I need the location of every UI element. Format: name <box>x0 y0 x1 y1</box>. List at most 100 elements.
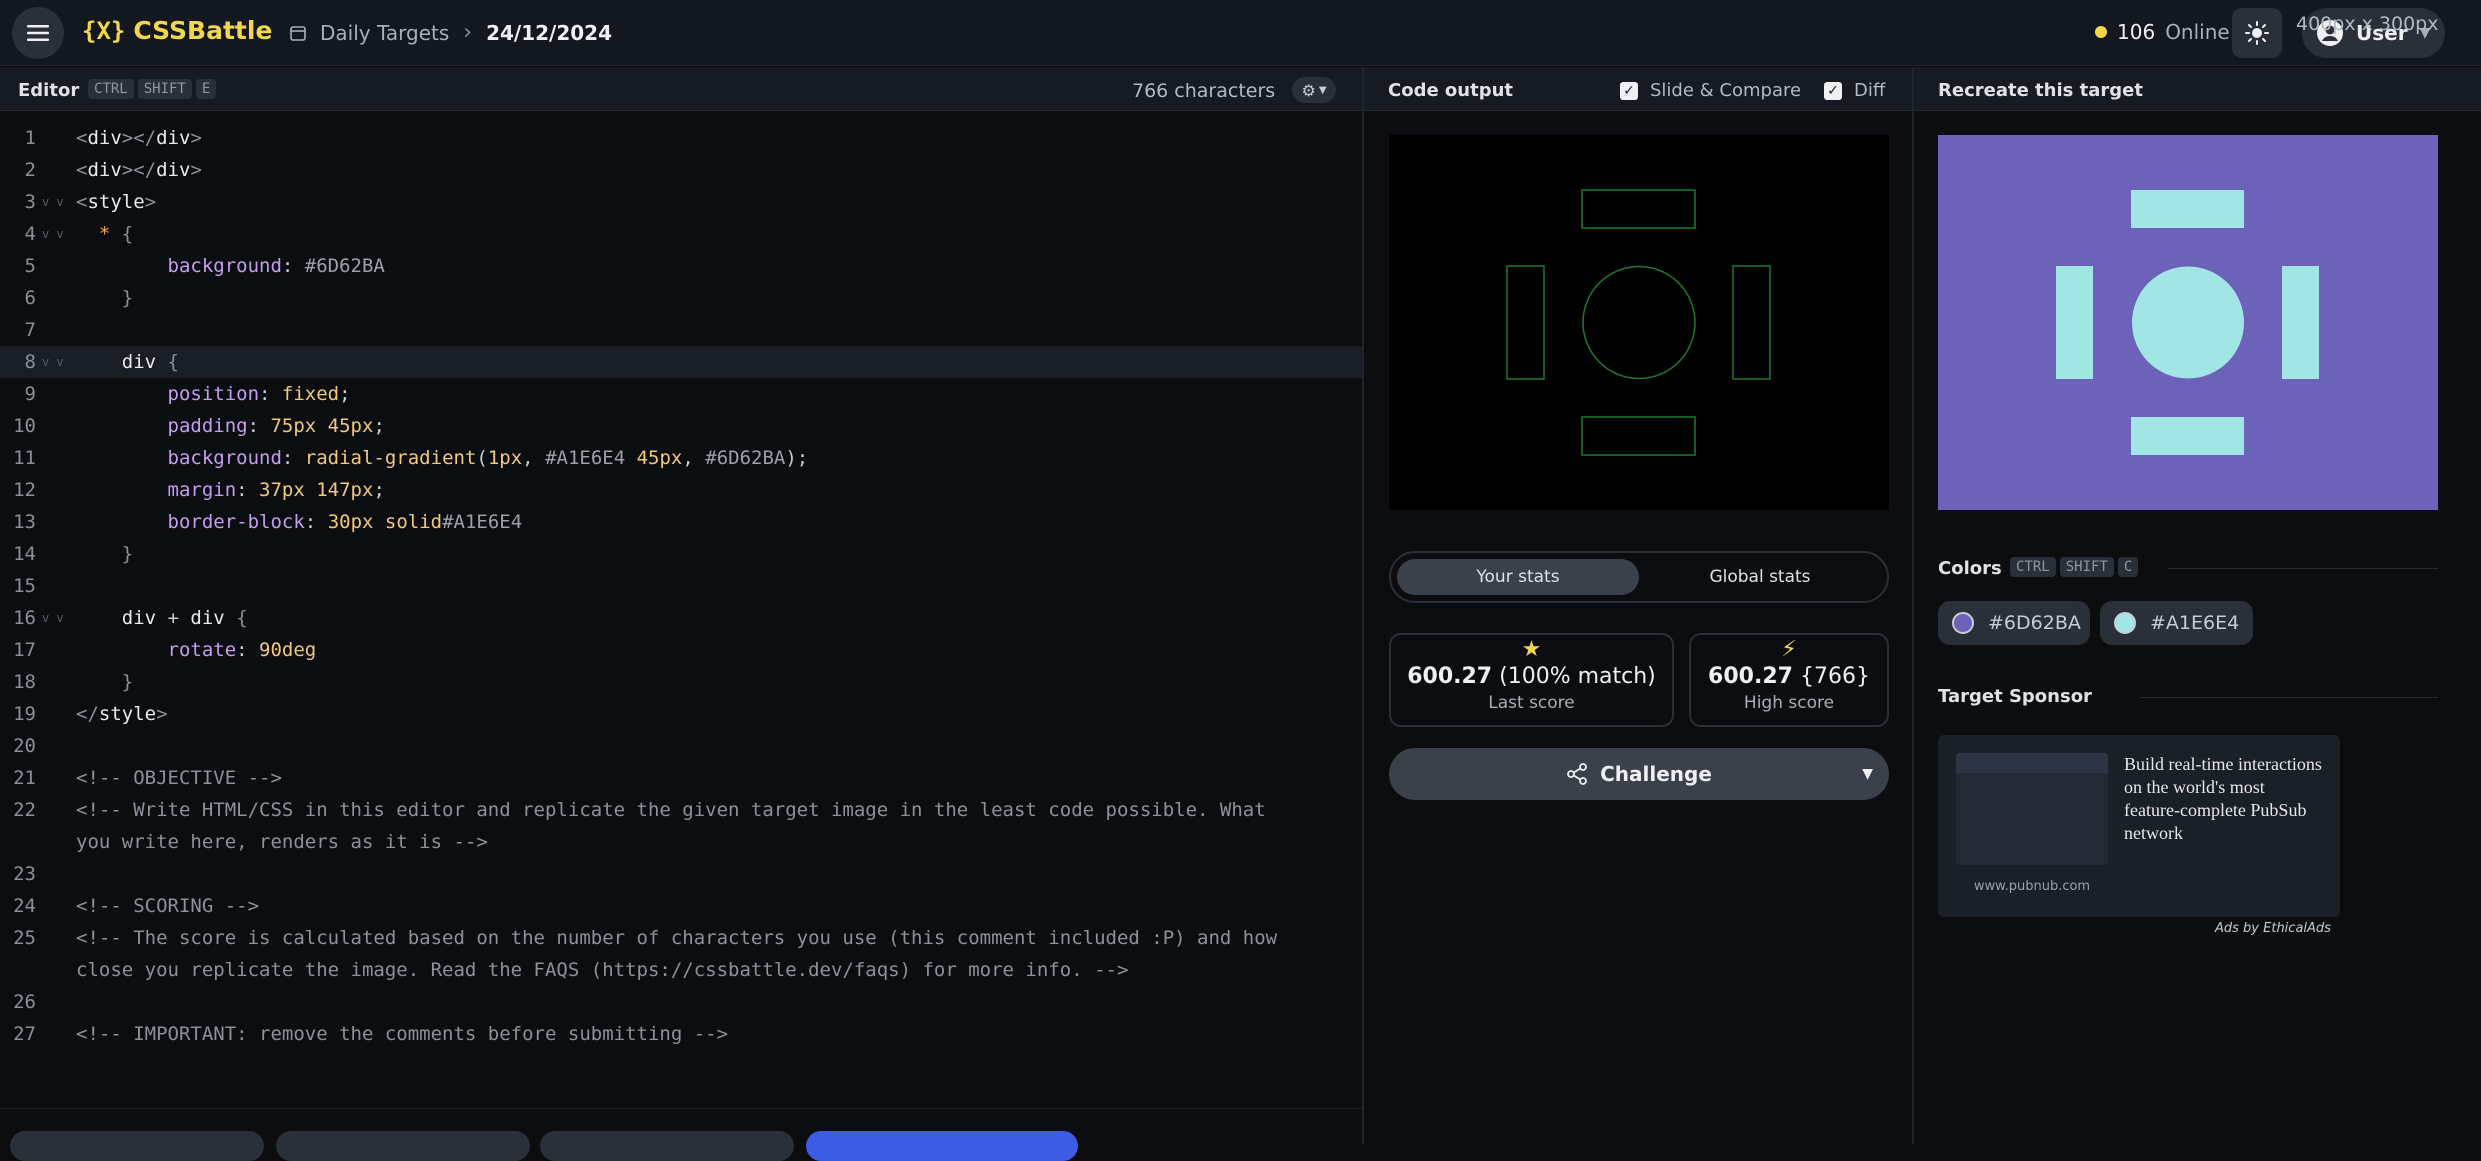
last-score-number: 600.27 <box>1407 664 1493 689</box>
code-line[interactable]: 4 v v * { <box>0 218 1362 250</box>
code-line[interactable]: 13 border-block: 30px solid#A1E6E4 <box>0 506 1362 538</box>
panel-divider[interactable] <box>1362 67 1364 1144</box>
code-line[interactable]: 26 <box>0 986 1362 1018</box>
breadcrumb-date: 24/12/2024 <box>486 20 613 45</box>
line-number: 2 <box>24 159 36 181</box>
code-line[interactable]: 18 } <box>0 666 1362 698</box>
editor-settings-button[interactable]: ⚙ ▼ <box>1292 77 1336 103</box>
panel-divider[interactable] <box>1912 67 1914 1144</box>
editor-header: Editor CTRL SHIFT E 766 characters ⚙ ▼ <box>0 67 1362 111</box>
submit-button[interactable] <box>806 1131 1078 1161</box>
fold-icon[interactable]: v v <box>42 218 64 250</box>
chevron-right-icon: › <box>463 20 473 45</box>
last-score-card: ★ 600.27 (100% match) Last score <box>1389 633 1674 727</box>
fold-icon[interactable]: v v <box>42 186 64 218</box>
theme-toggle-button[interactable] <box>2232 8 2282 58</box>
breadcrumb-section[interactable]: Daily Targets <box>320 21 449 45</box>
app-logo[interactable]: {X} CSSBattle <box>82 16 272 45</box>
line-number: 25 <box>13 927 36 949</box>
divider <box>2168 568 2438 569</box>
code-line[interactable]: 15 <box>0 570 1362 602</box>
code-line[interactable]: 11 background: radial-gradient(1px, #A1E… <box>0 442 1362 474</box>
kbd-key: SHIFT <box>137 79 192 99</box>
ad-url[interactable]: www.pubnub.com <box>1956 879 2108 894</box>
code-line[interactable]: 19 </style> <box>0 698 1362 730</box>
kbd-key: E <box>195 79 217 99</box>
line-number: 22 <box>13 799 36 821</box>
line-content: </style> <box>76 703 168 725</box>
color-hex: #A1E6E4 <box>2150 612 2240 634</box>
code-line[interactable]: 9 position: fixed; <box>0 378 1362 410</box>
line-content: padding: 75px 45px; <box>167 415 385 437</box>
code-line[interactable]: 27 <!-- IMPORTANT: remove the comments be… <box>0 1018 1362 1050</box>
high-score-label: High score <box>1743 693 1835 713</box>
tab-your-stats[interactable]: Your stats <box>1397 559 1639 595</box>
code-line[interactable]: 2 <div></div> <box>0 154 1362 186</box>
code-line[interactable]: 6 } <box>0 282 1362 314</box>
color-swatch[interactable]: #6D62BA <box>1938 601 2090 645</box>
sponsor-ad[interactable]: Build real-time interactions on the worl… <box>1938 735 2340 917</box>
code-line[interactable]: 12 margin: 37px 147px; <box>0 474 1362 506</box>
line-number: 17 <box>13 639 36 661</box>
code-line[interactable]: close you replicate the image. Read the … <box>0 954 1362 986</box>
code-line[interactable]: 25 <!-- The score is calculated based on … <box>0 922 1362 954</box>
line-content: background: #6D62BA <box>167 255 385 277</box>
code-line[interactable]: you write here, renders as it is --> <box>0 826 1362 858</box>
code-line[interactable]: 23 <box>0 858 1362 890</box>
kbd-key: C <box>2117 557 2139 577</box>
star-icon: ★ <box>1521 637 1542 662</box>
code-line[interactable]: 16 v v div + div { <box>0 602 1362 634</box>
top-bar: {X} CSSBattle Daily Targets › 24/12/2024… <box>0 0 2481 66</box>
code-line[interactable]: 17 rotate: 90deg <box>0 634 1362 666</box>
color-dot <box>2114 612 2136 634</box>
code-line[interactable]: 7 <box>0 314 1362 346</box>
character-count: 766 characters <box>1132 80 1276 102</box>
line-number: 24 <box>13 895 36 917</box>
code-line[interactable]: 14 } <box>0 538 1362 570</box>
diff-toggle[interactable]: ✓ Diff <box>1824 80 1885 101</box>
slide-compare-toggle[interactable]: ✓ Slide & Compare <box>1620 80 1801 101</box>
caret-down-icon[interactable]: ▼ <box>1862 766 1873 782</box>
caret-down-icon: ▼ <box>1318 84 1327 96</box>
menu-button[interactable] <box>12 7 64 59</box>
bottom-button[interactable] <box>10 1131 264 1161</box>
code-line[interactable]: 3 v v <style> <box>0 186 1362 218</box>
output-canvas[interactable] <box>1389 135 1889 510</box>
bottom-button[interactable] <box>276 1131 530 1161</box>
target-image[interactable] <box>1938 135 2438 510</box>
colors-shortcut: CTRL SHIFT C <box>2006 556 2139 577</box>
fold-icon[interactable]: v v <box>42 602 64 634</box>
code-line[interactable]: 20 <box>0 730 1362 762</box>
line-content: margin: 37px 147px; <box>167 479 385 501</box>
code-line[interactable]: 1 <div></div> <box>0 122 1362 154</box>
tab-global-stats[interactable]: Global stats <box>1639 559 1881 595</box>
high-score-card: ⚡ 600.27 {766} High score <box>1689 633 1889 727</box>
line-number: 27 <box>13 1023 36 1045</box>
hamburger-icon <box>27 25 49 41</box>
ads-by[interactable]: Ads by EthicalAds <box>2215 921 2331 936</box>
code-line[interactable]: 22 <!-- Write HTML/CSS in this editor and… <box>0 794 1362 826</box>
target-title: Recreate this target <box>1938 80 2143 101</box>
line-number: 8 <box>24 351 36 373</box>
code-editor[interactable]: 1 <div></div> 2 <div></div> 3 v v <style> 4 v v … <box>0 122 1362 1102</box>
line-content: position: fixed; <box>167 383 351 405</box>
last-score-match: (100% match) <box>1499 664 1656 689</box>
target-header: Recreate this target <box>1914 67 2481 111</box>
color-swatch[interactable]: #A1E6E4 <box>2100 601 2253 645</box>
line-content: div { <box>121 351 179 373</box>
code-line[interactable]: 21 <!-- OBJECTIVE --> <box>0 762 1362 794</box>
bottom-button[interactable] <box>540 1131 794 1161</box>
line-number: 21 <box>13 767 36 789</box>
code-line[interactable]: 5 background: #6D62BA <box>0 250 1362 282</box>
line-number: 12 <box>13 479 36 501</box>
fold-icon[interactable]: v v <box>42 346 64 378</box>
last-score-value: 600.27 (100% match) <box>1391 664 1672 689</box>
code-line[interactable]: 8 v v div { <box>0 346 1362 378</box>
code-line[interactable]: 24 <!-- SCORING --> <box>0 890 1362 922</box>
checkbox-checked-icon[interactable]: ✓ <box>1824 81 1842 100</box>
code-line[interactable]: 10 padding: 75px 45px; <box>0 410 1362 442</box>
lightning-icon: ⚡ <box>1781 637 1797 662</box>
challenge-label: Challenge <box>1600 762 1712 786</box>
challenge-button[interactable]: Challenge ▼ <box>1389 748 1889 800</box>
checkbox-checked-icon[interactable]: ✓ <box>1620 81 1638 100</box>
